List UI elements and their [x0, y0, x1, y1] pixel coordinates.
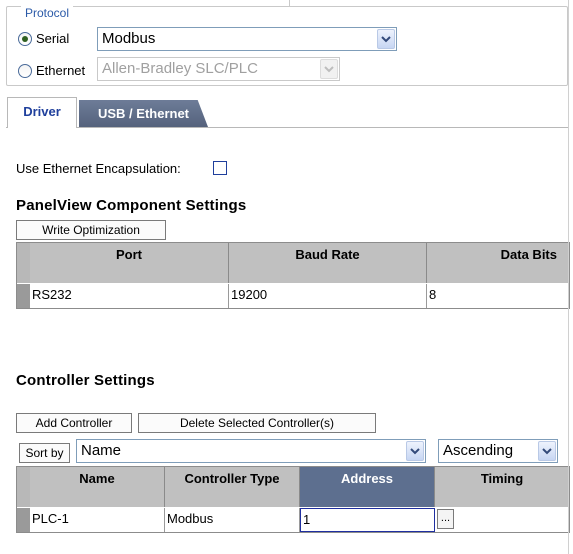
column-header-data-bits-label: Data Bits [500, 247, 557, 262]
chevron-down-icon[interactable] [377, 29, 395, 49]
table-cell-controller-type[interactable]: Modbus [165, 508, 300, 532]
row-selector[interactable] [17, 508, 30, 532]
sort-field-select[interactable]: Name [76, 439, 426, 463]
table-cell-port[interactable]: RS232 [30, 284, 229, 308]
chevron-down-icon[interactable] [320, 59, 338, 79]
table-cell-baud-rate[interactable]: 19200 [229, 284, 427, 308]
serial-label: Serial [36, 31, 70, 46]
row-selector[interactable] [17, 284, 30, 308]
protocol-legend: Protocol [21, 6, 74, 20]
write-optimization-button[interactable]: Write Optimization [16, 220, 166, 240]
tab-usb-ethernet[interactable]: USB / Ethernet [79, 100, 208, 127]
table-cell-name[interactable]: PLC-1 [30, 508, 165, 532]
controller-settings-title: Controller Settings [16, 372, 155, 389]
column-header-port[interactable]: Port [30, 243, 229, 283]
window-edge [568, 0, 569, 554]
tab-strip-border [6, 127, 568, 128]
serial-radio[interactable] [18, 32, 32, 46]
row-header-corner [17, 243, 30, 283]
row-header-corner [17, 467, 30, 507]
sort-field-value: Name [81, 442, 122, 459]
panelview-table: Port Baud Rate Data Bits RS232 19200 8 [16, 242, 570, 309]
encapsulation-checkbox[interactable] [213, 161, 227, 175]
timing-browse-button[interactable]: ... [437, 509, 454, 529]
column-header-baud-rate[interactable]: Baud Rate [229, 243, 427, 283]
tab-driver[interactable]: Driver [7, 97, 77, 128]
column-header-controller-type[interactable]: Controller Type [165, 467, 300, 507]
ethernet-radio[interactable] [18, 64, 32, 78]
chevron-down-icon[interactable] [538, 441, 556, 461]
add-controller-button[interactable]: Add Controller [16, 413, 132, 433]
panelview-settings-title: PanelView Component Settings [16, 197, 247, 214]
sort-order-value: Ascending [443, 442, 514, 459]
encapsulation-label: Use Ethernet Encapsulation: [16, 161, 181, 176]
serial-protocol-value: Modbus [102, 30, 156, 47]
table-cell-timing[interactable]: ... [435, 508, 569, 532]
column-header-data-bits[interactable]: Data Bits [427, 243, 569, 283]
chevron-down-icon[interactable] [406, 441, 424, 461]
table-cell-address[interactable]: 1 [300, 508, 435, 532]
ethernet-protocol-select[interactable]: Allen-Bradley SLC/PLC [97, 57, 340, 81]
column-header-name[interactable]: Name [30, 467, 165, 507]
column-header-address[interactable]: Address [300, 467, 435, 507]
sort-by-button[interactable]: Sort by [19, 443, 70, 463]
controller-table: Name Controller Type Address Timing PLC-… [16, 466, 570, 533]
serial-protocol-select[interactable]: Modbus [97, 27, 397, 51]
table-cell-data-bits[interactable]: 8 [427, 284, 569, 308]
delete-controller-button[interactable]: Delete Selected Controller(s) [138, 413, 376, 433]
column-header-timing[interactable]: Timing [435, 467, 569, 507]
ethernet-label: Ethernet [36, 63, 86, 78]
ethernet-protocol-value: Allen-Bradley SLC/PLC [102, 60, 258, 77]
sort-order-select[interactable]: Ascending [438, 439, 558, 463]
